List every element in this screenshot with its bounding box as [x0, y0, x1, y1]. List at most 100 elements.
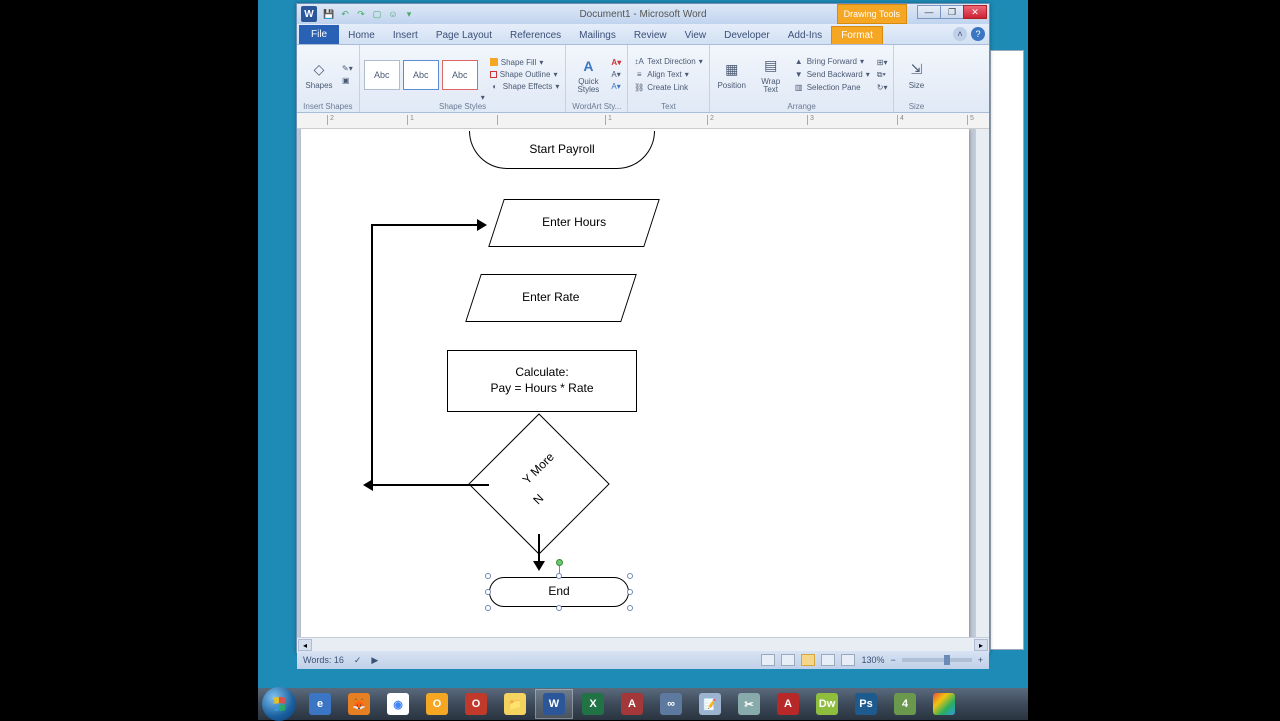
tab-view[interactable]: View [676, 27, 716, 44]
minimize-button[interactable]: — [917, 5, 941, 19]
create-link-button[interactable]: ⛓Create Link [632, 82, 704, 94]
emoji-icon[interactable]: ☺ [387, 8, 399, 20]
shapes-button[interactable]: ◇ Shapes [301, 50, 337, 100]
quick-styles-button[interactable]: A Quick Styles [570, 50, 606, 100]
save-icon[interactable]: 💾 [323, 8, 335, 20]
bring-forward-button[interactable]: ▲Bring Forward ▾ [792, 56, 872, 68]
quick-access-toolbar[interactable]: 💾 ↶ ↷ ▢ ☺ ▾ [323, 8, 415, 20]
scroll-left-icon[interactable]: ◂ [298, 639, 312, 651]
vertical-scrollbar[interactable] [975, 129, 989, 637]
taskbar-chrome[interactable]: ◉ [379, 689, 417, 719]
taskbar-dreamweaver[interactable]: Dw [808, 689, 846, 719]
word-count[interactable]: Words: 16 [303, 655, 344, 665]
group-icon[interactable]: ⧉▾ [875, 69, 890, 81]
flowchart-process-calculate[interactable]: Calculate:Pay = Hours * Rate [447, 350, 637, 412]
text-effects-icon[interactable]: A▾ [609, 81, 623, 92]
horizontal-ruler[interactable]: 2 1 1 2 3 4 5 [297, 113, 989, 129]
flowchart-start[interactable]: Start Payroll [469, 131, 655, 169]
taskbar-app2[interactable]: 4 [886, 689, 924, 719]
taskbar-snip[interactable]: ✂ [730, 689, 768, 719]
tab-insert[interactable]: Insert [384, 27, 427, 44]
qat-dropdown-icon[interactable]: ▾ [403, 8, 415, 20]
redo-icon[interactable]: ↷ [355, 8, 367, 20]
undo-icon[interactable]: ↶ [339, 8, 351, 20]
help-icon[interactable]: ? [971, 27, 985, 41]
selection-handles[interactable] [489, 577, 629, 607]
tab-review[interactable]: Review [625, 27, 676, 44]
rotate-icon[interactable]: ↻▾ [875, 82, 890, 93]
zoom-in-icon[interactable]: + [978, 655, 983, 665]
view-full-screen[interactable] [781, 654, 795, 666]
taskbar-app3[interactable] [925, 689, 963, 719]
style-preset-2[interactable]: Abc [403, 60, 439, 90]
tab-mailings[interactable]: Mailings [570, 27, 625, 44]
align-text-button[interactable]: ≡Align Text ▾ [632, 69, 704, 81]
edit-shape-icon[interactable]: ✎▾ [340, 63, 355, 74]
taskbar-acrobat[interactable]: A [769, 689, 807, 719]
taskbar-excel[interactable]: X [574, 689, 612, 719]
taskbar-app1[interactable]: ∞ [652, 689, 690, 719]
taskbar-opera[interactable]: O [457, 689, 495, 719]
wrap-text-button[interactable]: ▤ Wrap Text [753, 50, 789, 100]
taskbar-access[interactable]: A [613, 689, 651, 719]
shape-outline-button[interactable]: Shape Outline ▾ [488, 69, 562, 80]
text-direction-button[interactable]: ↕AText Direction ▾ [632, 56, 704, 68]
style-preset-1[interactable]: Abc [364, 60, 400, 90]
start-button[interactable] [262, 687, 296, 721]
text-box-icon[interactable]: ▣ [340, 75, 355, 86]
align-icon[interactable]: ⊞▾ [875, 57, 890, 68]
text-fill-icon[interactable]: A▾ [609, 57, 623, 68]
zoom-level[interactable]: 130% [861, 655, 884, 665]
resize-handle[interactable] [627, 573, 633, 579]
zoom-out-icon[interactable]: − [890, 655, 895, 665]
tab-addins[interactable]: Add-Ins [779, 27, 831, 44]
tab-developer[interactable]: Developer [715, 27, 779, 44]
tab-format[interactable]: Format [831, 26, 883, 44]
tab-home[interactable]: Home [339, 27, 384, 44]
page[interactable]: Start Payroll Enter Hours Enter Rate Cal… [301, 129, 969, 637]
selection-pane-button[interactable]: ▥Selection Pane [792, 82, 872, 94]
macro-icon[interactable]: ▶ [371, 655, 378, 666]
send-backward-button[interactable]: ▼Send Backward ▾ [792, 69, 872, 81]
size-button[interactable]: ⇲ Size [898, 50, 934, 100]
flowchart-input-hours[interactable]: Enter Hours [488, 199, 660, 247]
tab-page-layout[interactable]: Page Layout [427, 27, 501, 44]
resize-handle[interactable] [485, 589, 491, 595]
zoom-slider[interactable] [902, 658, 972, 662]
resize-handle[interactable] [485, 573, 491, 579]
resize-handle[interactable] [556, 573, 562, 579]
text-outline-icon[interactable]: A▾ [609, 69, 623, 80]
new-icon[interactable]: ▢ [371, 8, 383, 20]
taskbar-outlook[interactable]: O [418, 689, 456, 719]
close-button[interactable]: ✕ [963, 5, 987, 19]
proofing-icon[interactable]: ✓ [354, 655, 362, 666]
taskbar-notepad[interactable]: 📝 [691, 689, 729, 719]
style-gallery-more-icon[interactable]: ▾ [481, 93, 485, 102]
resize-handle[interactable] [627, 605, 633, 611]
minimize-ribbon-icon[interactable]: ˄ [953, 27, 967, 41]
document-area[interactable]: Start Payroll Enter Hours Enter Rate Cal… [297, 129, 989, 637]
taskbar-ie[interactable]: e [301, 689, 339, 719]
taskbar-explorer[interactable]: 📁 [496, 689, 534, 719]
resize-handle[interactable] [627, 589, 633, 595]
style-preset-3[interactable]: Abc [442, 60, 478, 90]
shape-effects-button[interactable]: ◐Shape Effects ▾ [488, 81, 562, 93]
tab-file[interactable]: File [299, 25, 339, 44]
resize-handle[interactable] [485, 605, 491, 611]
taskbar-photoshop[interactable]: Ps [847, 689, 885, 719]
view-print-layout[interactable] [761, 654, 775, 666]
position-button[interactable]: ▦ Position [714, 50, 750, 100]
rotation-handle[interactable] [556, 559, 563, 566]
horizontal-scrollbar[interactable]: ◂ ▸ [297, 637, 989, 651]
resize-handle[interactable] [556, 605, 562, 611]
tab-references[interactable]: References [501, 27, 570, 44]
shape-fill-button[interactable]: Shape Fill ▾ [488, 57, 562, 68]
view-outline[interactable] [821, 654, 835, 666]
scroll-right-icon[interactable]: ▸ [974, 639, 988, 651]
taskbar-firefox[interactable]: 🦊 [340, 689, 378, 719]
flowchart-input-rate[interactable]: Enter Rate [465, 274, 637, 322]
view-draft[interactable] [841, 654, 855, 666]
view-web-layout[interactable] [801, 654, 815, 666]
zoom-thumb[interactable] [944, 655, 950, 665]
maximize-button[interactable]: ❐ [940, 5, 964, 19]
